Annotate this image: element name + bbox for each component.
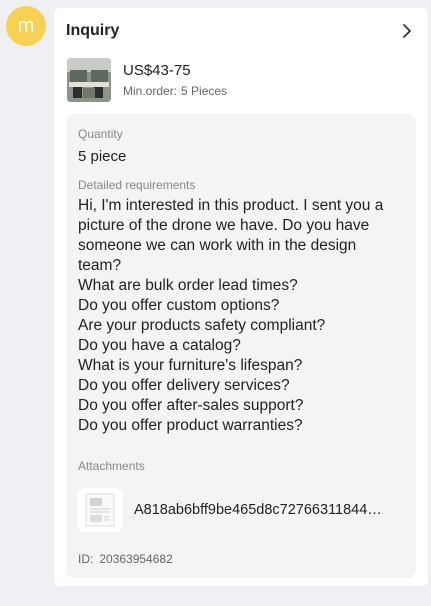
attachment-thumbnail[interactable] <box>78 488 122 532</box>
inquiry-details-panel: Quantity 5 piece Detailed requirements H… <box>66 114 416 578</box>
requirements-text: Hi, I'm interested in this product. I se… <box>78 196 404 436</box>
requirements-line: someone we can work with in the design <box>78 237 357 254</box>
requirements-line: Hi, I'm interested in this product. I se… <box>78 197 384 214</box>
requirements-line: Do you have a catalog? <box>78 337 241 354</box>
requirements-line: What are bulk order lead times? <box>78 277 298 294</box>
requirements-line: Do you offer delivery services? <box>78 377 290 394</box>
product-thumbnail[interactable] <box>67 58 111 102</box>
user-avatar[interactable]: m <box>6 6 46 46</box>
quantity-label: Quantity <box>78 127 123 141</box>
product-price: US$43-75 <box>123 61 191 79</box>
min-order: Min.order: 5 Pieces <box>123 82 227 100</box>
inquiry-id-label: ID: <box>78 552 94 566</box>
requirements-line: Do you offer after-sales support? <box>78 397 304 414</box>
requirements-line: Do you offer product warranties? <box>78 417 303 434</box>
document-thumbnail-icon <box>85 493 115 527</box>
min-order-label: Min.order: <box>123 83 178 98</box>
inquiry-id: ID: 20363954682 <box>78 552 179 566</box>
requirements-line: Are your products safety compliant? <box>78 317 326 334</box>
quantity-value: 5 piece <box>78 148 127 165</box>
requirements-label: Detailed requirements <box>78 178 196 192</box>
inquiry-id-value: 20363954682 <box>99 552 173 566</box>
requirements-line: picture of the drone we have. Do you hav… <box>78 217 370 234</box>
attachment-file-name[interactable]: A818ab6bff9be465d8c72766311844… <box>134 502 382 518</box>
attachments-label: Attachments <box>78 459 145 473</box>
requirements-line: team? <box>78 257 122 274</box>
requirements-line: Do you offer custom options? <box>78 297 280 314</box>
inquiry-header[interactable]: Inquiry <box>66 18 416 44</box>
inquiry-title: Inquiry <box>66 22 120 39</box>
office-desk-image-icon <box>67 58 111 102</box>
attachment-item[interactable]: A818ab6bff9be465d8c72766311844… <box>78 488 404 532</box>
min-order-value: 5 Pieces <box>181 83 228 98</box>
product-summary[interactable]: US$43-75 Min.order: 5 Pieces <box>67 58 416 102</box>
chevron-right-icon[interactable] <box>398 22 416 40</box>
requirements-line: What is your furniture's lifespan? <box>78 357 303 374</box>
inquiry-card: Inquiry US$43-75 Min.order: 5 Pieces Qua… <box>54 8 428 586</box>
